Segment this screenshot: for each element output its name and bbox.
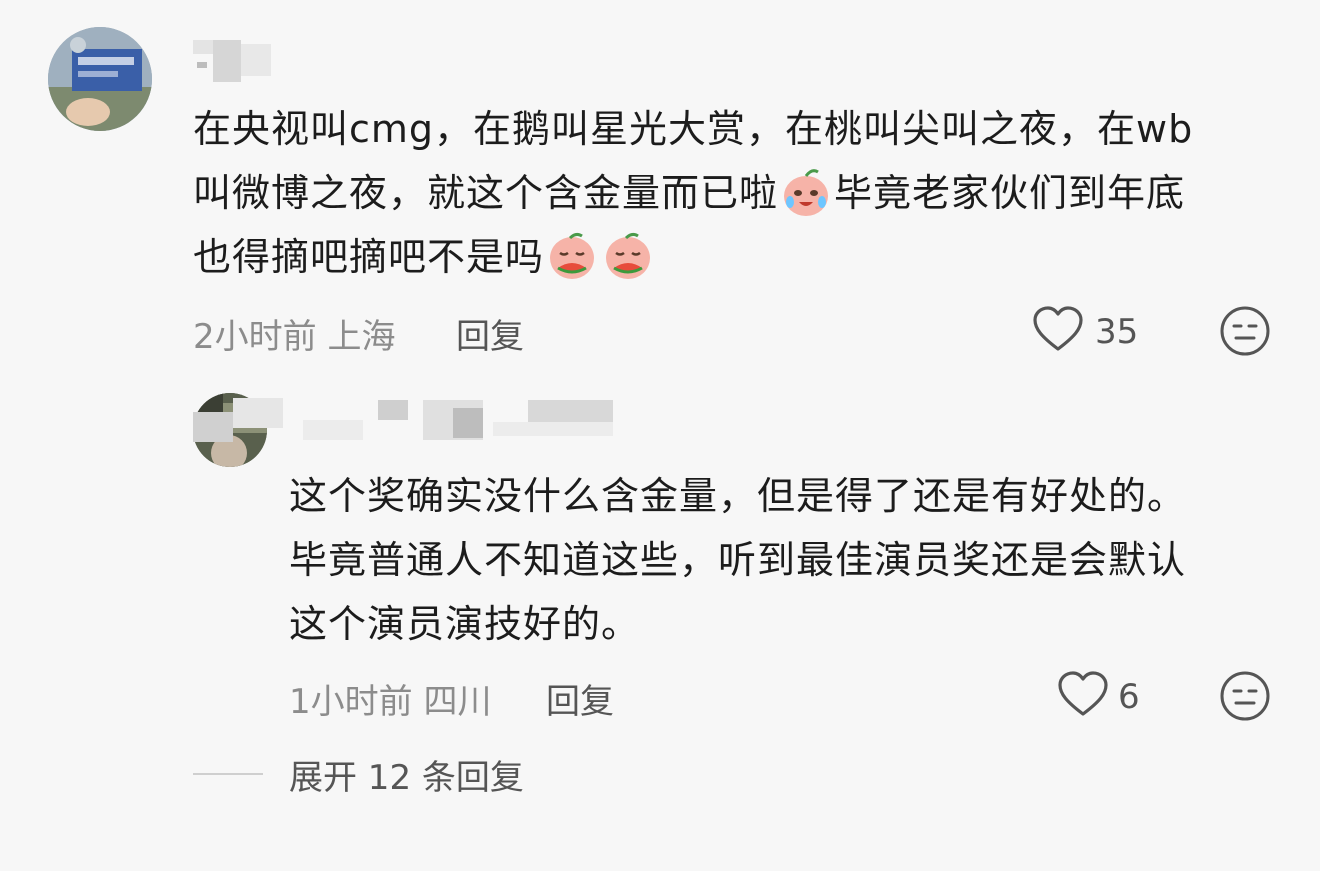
comment-line: 也得摘吧摘吧不是吗	[193, 225, 1193, 289]
like-count: 35	[1095, 312, 1139, 352]
reply-meta: 1小时前 四川	[289, 674, 491, 723]
expand-replies-button[interactable]: 展开 12 条回复	[289, 750, 524, 799]
crying-laughing-peach-emoji-icon	[780, 166, 832, 218]
reply-line: 这个奖确实没什么含金量，但是得了还是有好处的。	[289, 474, 1187, 518]
like-heart-icon[interactable]	[1032, 305, 1084, 357]
location: 四川	[423, 682, 492, 722]
reply-text: 这个奖确实没什么含金量，但是得了还是有好处的。 毕竟普通人不知道这些，听到最佳演…	[289, 464, 1186, 656]
reply-line: 毕竟普通人不知道这些，听到最佳演员奖还是会默认	[289, 538, 1187, 582]
reply-button[interactable]: 回复	[546, 674, 614, 723]
like-heart-icon[interactable]	[1057, 670, 1109, 722]
reply-button[interactable]: 回复	[456, 309, 524, 358]
reply-line: 这个演员演技好的。	[289, 602, 641, 646]
dislike-face-icon[interactable]	[1219, 670, 1271, 726]
location: 上海	[327, 317, 396, 357]
timestamp: 1小时前	[289, 682, 413, 722]
peach-eating-watermelon-emoji-icon	[546, 230, 598, 282]
divider	[193, 773, 263, 775]
comment-meta: 2小时前 上海	[193, 309, 395, 358]
dislike-face-icon[interactable]	[1219, 305, 1271, 361]
comment-text: 在央视叫cmg，在鹅叫星光大赏，在桃叫尖叫之夜，在wb 叫微博之夜，就这个含金量…	[193, 97, 1193, 289]
avatar[interactable]	[48, 27, 152, 131]
comment-line: 叫微博之夜，就这个含金量而已啦 毕竟老家伙们到年底	[193, 161, 1193, 225]
comment-line: 在央视叫cmg，在鹅叫星光大赏，在桃叫尖叫之夜，在wb	[193, 107, 1194, 151]
like-count: 6	[1118, 677, 1140, 717]
username-blurred[interactable]	[193, 398, 613, 446]
username-blurred[interactable]	[193, 40, 277, 82]
timestamp: 2小时前	[193, 317, 317, 357]
peach-eating-watermelon-emoji-icon	[602, 230, 654, 282]
